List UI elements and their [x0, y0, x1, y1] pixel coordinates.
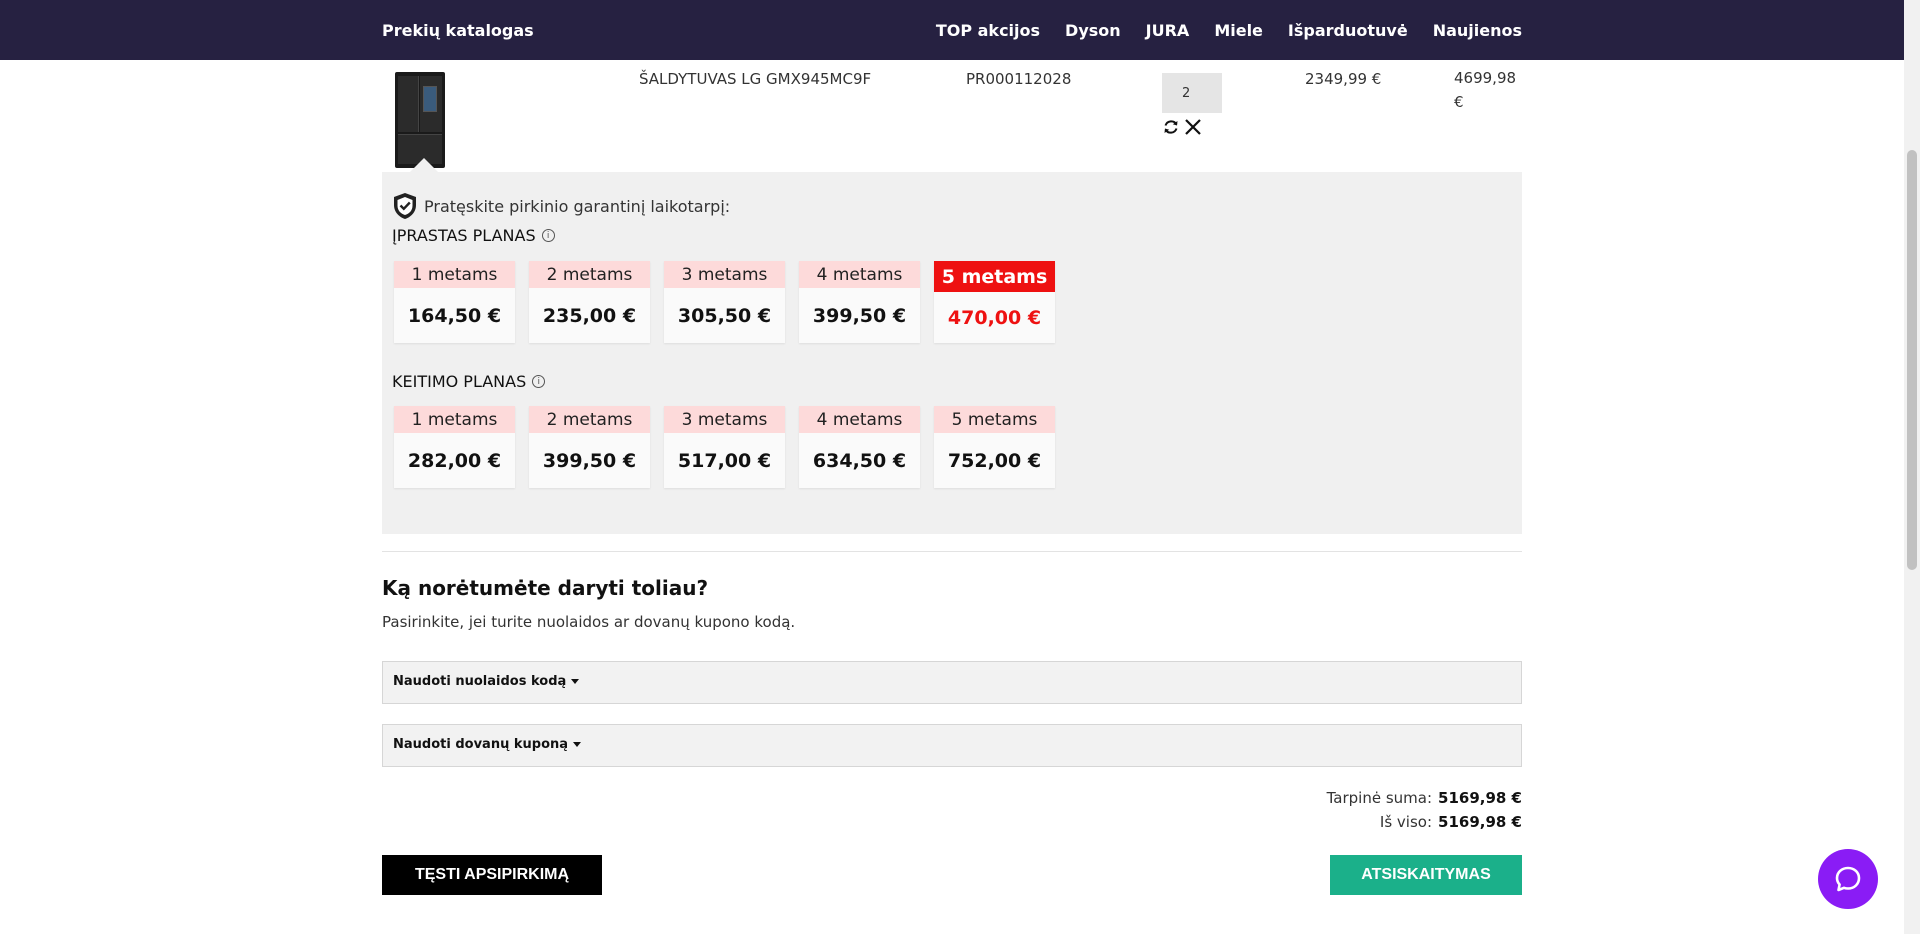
continue-shopping-button[interactable]: TĘSTI APSIPIRKIMĄ [382, 855, 602, 895]
caret-down-icon [573, 742, 582, 747]
standard-plan-label: ĮPRASTAS PLANAS [392, 226, 536, 245]
cart-item-row: ŠALDYTUVAS LG GMX945MC9F PR000112028 234… [382, 60, 1522, 172]
gift-coupon-toggle[interactable]: Naudoti dovanų kuponą [382, 724, 1522, 767]
plan-years: 4 metams [799, 261, 920, 288]
plan-years: 2 metams [529, 261, 650, 288]
info-icon[interactable]: i [532, 375, 546, 388]
plan-price: 634,50 € [812, 449, 907, 472]
nav-item-naujienos[interactable]: Naujienos [1433, 21, 1522, 40]
standard-plan-option-4[interactable]: 4 metams 399,50 € [799, 261, 920, 343]
product-name[interactable]: ŠALDYTUVAS LG GMX945MC9F [639, 70, 871, 88]
plan-price: 235,00 € [542, 304, 637, 327]
total-value: 5169,98 € [1438, 813, 1522, 831]
section-divider [382, 551, 1522, 552]
next-steps-subtitle: Pasirinkite, jei turite nuolaidos ar dov… [382, 613, 796, 631]
product-code: PR000112028 [966, 70, 1072, 88]
warranty-heading: Pratęskite pirkinio garantinį laikotarpį… [392, 192, 730, 220]
nav-item-isparduotuve[interactable]: Išparduotuvė [1288, 21, 1408, 40]
shield-check-icon [394, 193, 416, 219]
standard-plan-option-2[interactable]: 2 metams 235,00 € [529, 261, 650, 343]
plan-price: 517,00 € [677, 449, 772, 472]
subtotal-row: Tarpinė suma: 5169,98 € [1100, 789, 1522, 807]
warranty-heading-text: Pratęskite pirkinio garantinį laikotarpį… [424, 196, 731, 216]
standard-plan-option-3[interactable]: 3 metams 305,50 € [664, 261, 785, 343]
replacement-plan-title: KEITIMO PLANAS i [392, 372, 546, 391]
page-scrollbar[interactable] [1904, 0, 1920, 934]
panel-pointer [410, 158, 438, 172]
discount-code-label: Naudoti nuolaidos kodą [393, 674, 580, 689]
plan-price: 752,00 € [947, 449, 1042, 472]
plan-years: 4 metams [799, 406, 920, 433]
catalog-link[interactable]: Prekių katalogas [382, 21, 534, 40]
cart-page: Prekių katalogas TOP akcijos Dyson JURA … [0, 0, 1920, 934]
replacement-plan-option-3[interactable]: 3 metams 517,00 € [664, 406, 785, 488]
plan-years: 5 metams [934, 406, 1055, 433]
checkout-button[interactable]: ATSISKAITYMAS [1330, 855, 1522, 895]
plan-years: 1 metams [394, 406, 515, 433]
quantity-input[interactable] [1162, 73, 1222, 113]
plan-years: 1 metams [394, 261, 515, 288]
nav-item-dyson[interactable]: Dyson [1065, 21, 1121, 40]
subtotal-value: 5169,98 € [1438, 789, 1522, 807]
replacement-plan-option-1[interactable]: 1 metams 282,00 € [394, 406, 515, 488]
replacement-plan-label: KEITIMO PLANAS [392, 372, 527, 391]
nav-menu: TOP akcijos Dyson JURA Miele Išparduotuv… [936, 21, 1522, 40]
replacement-plan-option-4[interactable]: 4 metams 634,50 € [799, 406, 920, 488]
standard-plan-options: 1 metams 164,50 € 2 metams 235,00 € 3 me… [394, 261, 1055, 343]
discount-code-toggle[interactable]: Naudoti nuolaidos kodą [382, 661, 1522, 704]
plan-years: 3 metams [664, 261, 785, 288]
next-steps-title: Ką norėtumėte daryti toliau? [382, 576, 709, 600]
plan-price: 399,50 € [542, 449, 637, 472]
top-navigation: Prekių katalogas TOP akcijos Dyson JURA … [0, 0, 1904, 60]
plan-price: 164,50 € [407, 304, 502, 327]
total-row: Iš viso: 5169,98 € [1100, 813, 1522, 831]
chat-button[interactable] [1818, 849, 1878, 909]
nav-item-miele[interactable]: Miele [1214, 21, 1263, 40]
refresh-icon[interactable] [1162, 118, 1180, 136]
replacement-plan-option-5[interactable]: 5 metams 752,00 € [934, 406, 1055, 488]
standard-plan-option-5-selected[interactable]: 5 metams 470,00 € [934, 261, 1055, 343]
standard-plan-option-1[interactable]: 1 metams 164,50 € [394, 261, 515, 343]
nav-item-top-akcijos[interactable]: TOP akcijos [936, 21, 1040, 40]
unit-price: 2349,99 € [1305, 70, 1382, 88]
plan-years: 5 metams [934, 261, 1055, 292]
line-total: 4699,98 € [1454, 69, 1517, 111]
chat-bubble-icon [1835, 866, 1861, 892]
refrigerator-image[interactable] [395, 72, 445, 168]
scrollbar-thumb[interactable] [1907, 150, 1917, 570]
plan-price: 399,50 € [812, 304, 907, 327]
plan-years: 2 metams [529, 406, 650, 433]
replacement-plan-options: 1 metams 282,00 € 2 metams 399,50 € 3 me… [394, 406, 1055, 488]
plan-price: 305,50 € [677, 304, 772, 327]
caret-down-icon [571, 679, 580, 684]
nav-item-jura[interactable]: JURA [1146, 21, 1190, 40]
standard-plan-title: ĮPRASTAS PLANAS i [392, 226, 555, 245]
plan-price: 470,00 € [947, 306, 1042, 329]
plan-years: 3 metams [664, 406, 785, 433]
subtotal-label: Tarpinė suma: [1326, 789, 1433, 807]
close-icon[interactable] [1184, 118, 1202, 136]
replacement-plan-option-2[interactable]: 2 metams 399,50 € [529, 406, 650, 488]
info-icon[interactable]: i [541, 229, 555, 242]
total-label: Iš viso: [1379, 813, 1433, 831]
gift-coupon-label: Naudoti dovanų kuponą [393, 737, 582, 752]
plan-price: 282,00 € [407, 449, 502, 472]
warranty-panel: Pratęskite pirkinio garantinį laikotarpį… [382, 158, 1522, 534]
